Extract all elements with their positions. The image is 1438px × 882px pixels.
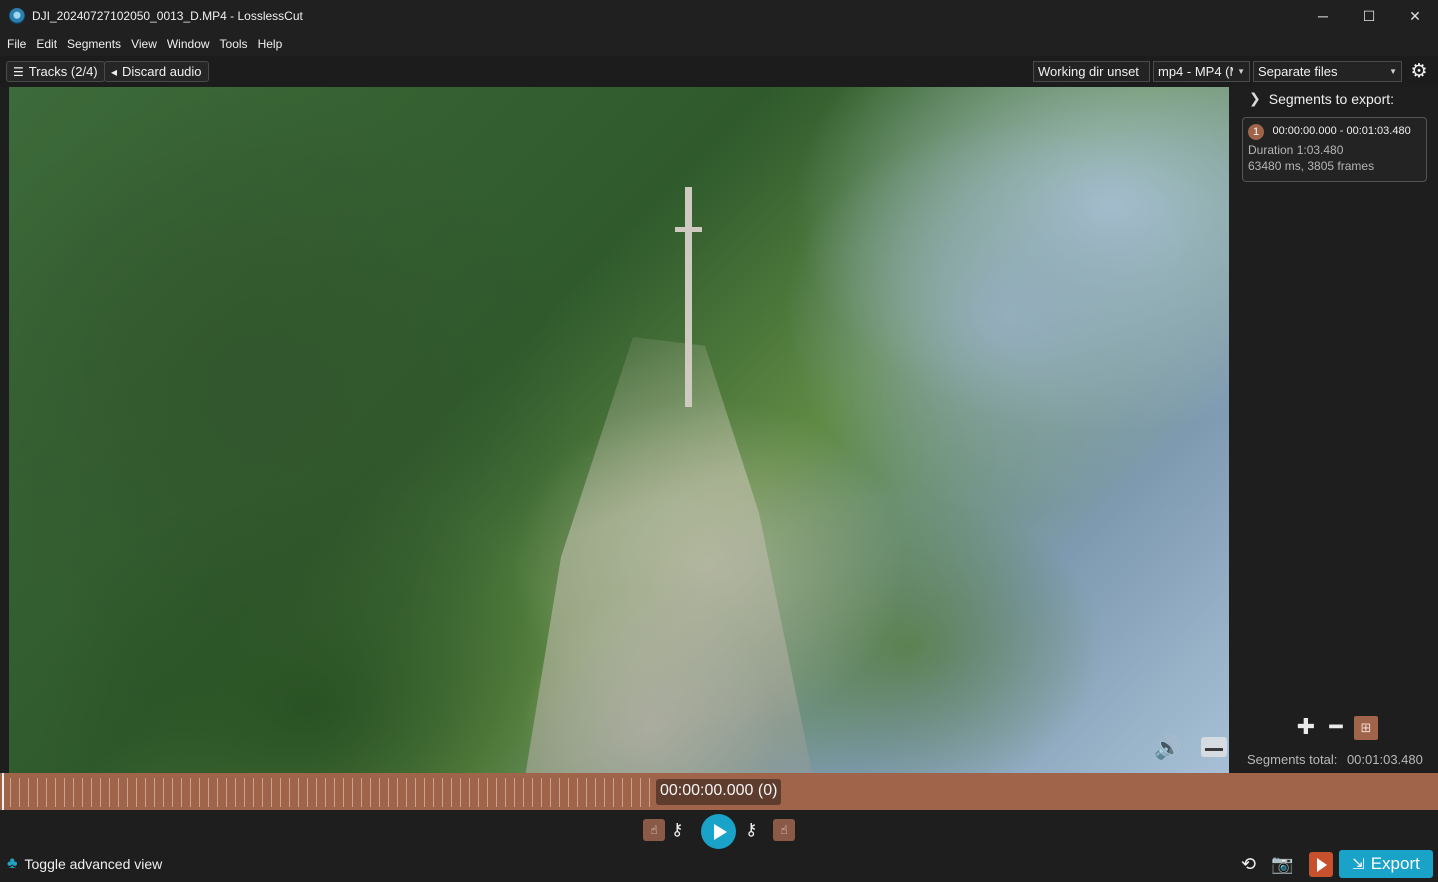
segments-total: Segments total: 00:01:03.480 <box>1247 752 1423 767</box>
discard-audio-label: Discard audio <box>122 64 202 79</box>
play-icon <box>714 823 727 840</box>
export-button[interactable]: ⇲ Export <box>1339 850 1433 878</box>
toggle-advanced-icon: ♣ <box>7 855 18 872</box>
playback-controls: ☝ ⚷ ⚷ ☝ ♣ Toggle advanced view ⟲ 📷 ⇲ Exp… <box>0 810 1438 882</box>
menu-bar: File Edit Segments View Window Tools Hel… <box>0 32 1438 56</box>
losslesscut-icon <box>9 8 25 24</box>
video-preview[interactable]: 🔊 <box>9 87 1229 773</box>
jump-cut-start-key-icon[interactable]: ⚷ <box>671 819 683 841</box>
segments-header-label: Segments to export: <box>1268 90 1395 107</box>
toggle-advanced-label: Toggle advanced view <box>24 856 163 872</box>
timeline-keyframe-ticks <box>2 778 654 807</box>
video-summit-cross <box>685 187 692 407</box>
segments-total-value: 00:01:03.480 <box>1346 752 1423 767</box>
segment-actions: ✚ ━ ⊞ <box>1294 716 1384 740</box>
cut-mode-button[interactable] <box>1309 852 1333 877</box>
top-toolbar: ☰ Tracks (2/4) ◂ Discard audio Working d… <box>0 56 1438 87</box>
working-dir-button[interactable]: Working dir unset <box>1033 61 1150 82</box>
speaker-icon: ◂ <box>111 64 118 79</box>
menu-help[interactable]: Help <box>253 37 288 51</box>
current-time-display[interactable]: 00:00:00.000 (0) <box>656 779 782 805</box>
menu-view[interactable]: View <box>126 37 162 51</box>
output-mode-select[interactable]: Separate files ▼ <box>1253 61 1402 82</box>
window-title: DJI_20240727102050_0013_D.MP4 - Lossless… <box>32 9 303 23</box>
close-button[interactable]: ✕ <box>1392 0 1438 32</box>
remove-segment-button[interactable]: ━ <box>1324 716 1348 740</box>
subtitles-icon[interactable] <box>1201 737 1227 757</box>
menu-segments[interactable]: Segments <box>62 37 126 51</box>
add-segment-button[interactable]: ✚ <box>1294 716 1318 740</box>
set-cut-end-button[interactable]: ☝ <box>773 819 795 841</box>
play-button[interactable] <box>701 814 736 849</box>
tracks-button[interactable]: ☰ Tracks (2/4) <box>6 61 105 82</box>
chevron-down-icon: ▼ <box>1389 67 1397 76</box>
playhead[interactable] <box>2 773 4 810</box>
split-segment-button[interactable]: ⊞ <box>1354 716 1378 740</box>
hamburger-icon: ☰ <box>13 64 24 79</box>
export-label: Export <box>1370 854 1420 873</box>
menu-edit[interactable]: Edit <box>31 37 62 51</box>
tracks-label: Tracks (2/4) <box>28 64 98 79</box>
set-cut-start-button[interactable]: ☝ <box>643 819 665 841</box>
export-icon: ⇲ <box>1352 856 1365 873</box>
segments-panel: ❯ Segments to export: 1 00:00:00.000 - 0… <box>1237 87 1438 773</box>
window-controls: ─ ☐ ✕ <box>1300 0 1438 32</box>
play-icon <box>1317 857 1327 872</box>
format-select[interactable]: mp4 - MP4 (MPEG-4 Part 14) ▼ <box>1153 61 1250 82</box>
camera-icon[interactable]: 📷 <box>1271 854 1293 875</box>
segment-number-badge: 1 <box>1248 124 1264 140</box>
discard-audio-button[interactable]: ◂ Discard audio <box>104 61 209 82</box>
segment-range: 00:00:00.000 - 00:01:03.480 <box>1272 124 1411 137</box>
menu-window[interactable]: Window <box>162 37 215 51</box>
maximize-button[interactable]: ☐ <box>1346 0 1392 32</box>
rotate-icon[interactable]: ⟲ <box>1241 854 1256 875</box>
volume-icon[interactable]: 🔊 <box>1154 735 1181 761</box>
chevron-right-icon: ❯ <box>1249 90 1261 106</box>
output-mode-value: Separate files <box>1258 64 1338 79</box>
toggle-advanced-view[interactable]: ♣ Toggle advanced view <box>7 855 162 873</box>
video-summit-cross-bar <box>675 227 702 232</box>
minimize-button[interactable]: ─ <box>1300 0 1346 32</box>
format-value: mp4 - MP4 (MPEG-4 Part 14) <box>1158 64 1233 79</box>
segment-duration: Duration 1:03.480 <box>1248 143 1344 157</box>
gear-icon[interactable]: ⚙ <box>1408 62 1430 82</box>
segments-total-label: Segments total: <box>1247 752 1338 767</box>
jump-cut-end-key-icon[interactable]: ⚷ <box>745 819 757 841</box>
segment-frames: 63480 ms, 3805 frames <box>1248 159 1375 173</box>
segments-header[interactable]: ❯ Segments to export: <box>1249 90 1394 107</box>
chevron-down-icon: ▼ <box>1237 67 1245 76</box>
menu-tools[interactable]: Tools <box>215 37 253 51</box>
video-ridge-shape <box>525 337 813 773</box>
segment-item[interactable]: 1 00:00:00.000 - 00:01:03.480 Duration 1… <box>1242 117 1427 182</box>
title-bar: DJI_20240727102050_0013_D.MP4 - Lossless… <box>0 0 1438 32</box>
timeline[interactable]: 00:00:00.000 (0) <box>0 773 1438 810</box>
menu-file[interactable]: File <box>2 37 31 51</box>
